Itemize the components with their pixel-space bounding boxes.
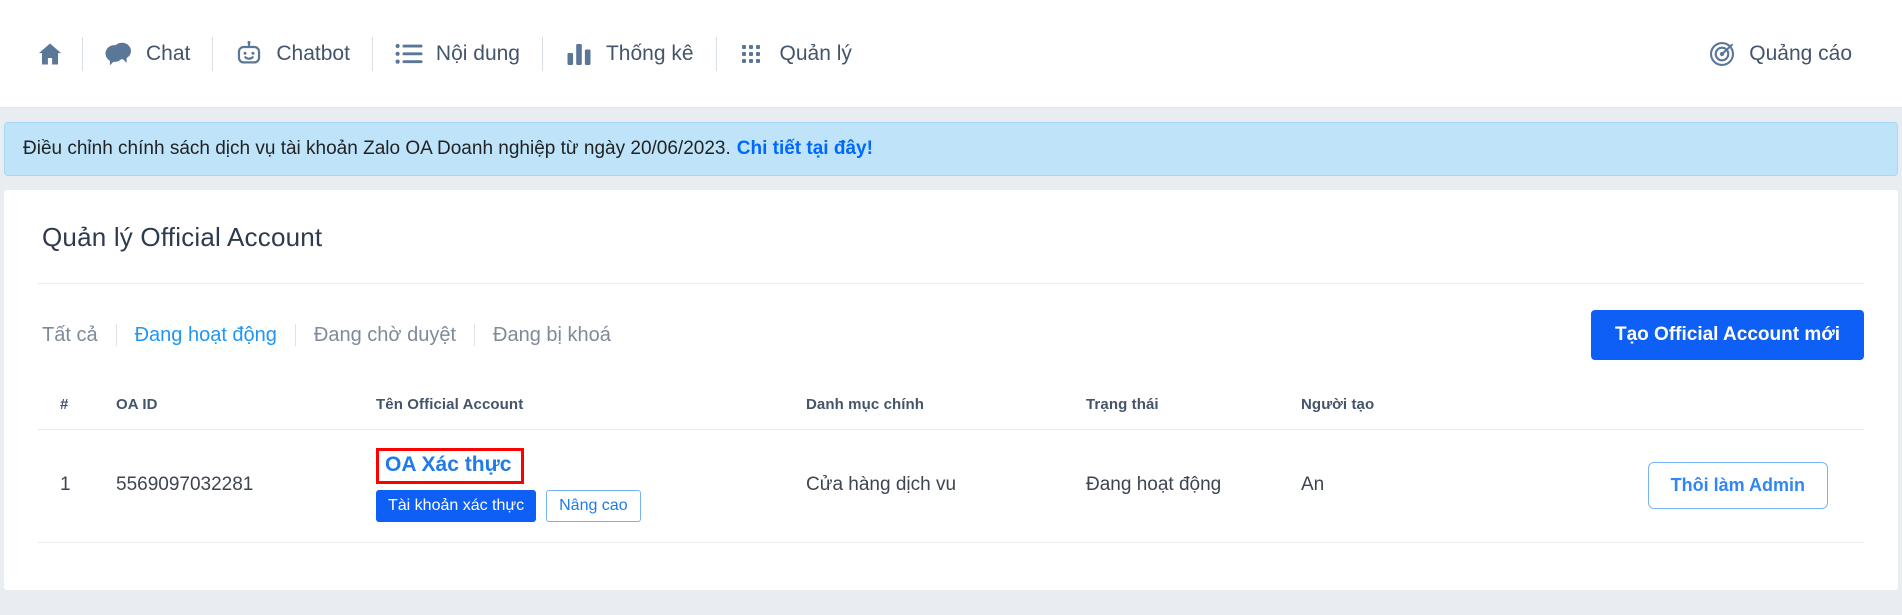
policy-notice-banner: Điều chỉnh chính sách dịch vụ tài khoản … — [4, 122, 1898, 176]
grid-apps-icon — [739, 40, 767, 68]
column-header-oa-id: OA ID — [116, 382, 376, 430]
filter-tab-group: Tất cả Đang hoạt động Đang chờ duyệt Đan… — [38, 324, 629, 347]
content-list-icon — [395, 40, 423, 68]
cell-name: OA Xác thực Tài khoản xác thực Nâng cao — [376, 429, 806, 543]
nav-item-quang-cao[interactable]: Quảng cáo — [1686, 34, 1874, 74]
nav-item-thong-ke[interactable]: Thống kê — [543, 34, 716, 74]
table-header-row: # OA ID Tên Official Account Danh mục ch… — [38, 382, 1864, 430]
create-official-account-button[interactable]: Tạo Official Account mới — [1591, 310, 1864, 360]
banner-container: Điều chỉnh chính sách dịch vụ tài khoản … — [0, 108, 1902, 176]
nav-item-label: Thống kê — [605, 41, 694, 65]
cell-status: Đang hoạt động — [1086, 429, 1301, 543]
filter-tab-dang-hoat-dong[interactable]: Đang hoạt động — [117, 324, 295, 347]
column-header-index: # — [38, 382, 116, 430]
column-header-actions — [1551, 382, 1864, 430]
cell-actions: Thôi làm Admin — [1551, 429, 1864, 543]
filter-tab-tat-ca[interactable]: Tất cả — [38, 324, 116, 347]
remove-admin-button[interactable]: Thôi làm Admin — [1647, 461, 1828, 509]
column-header-name: Tên Official Account — [376, 382, 806, 430]
cell-oa-id: 5569097032281 — [116, 429, 376, 543]
oa-management-card: Quản lý Official Account Tất cả Đang hoạ… — [4, 190, 1898, 590]
official-accounts-table: # OA ID Tên Official Account Danh mục ch… — [38, 382, 1864, 543]
table-header: # OA ID Tên Official Account Danh mục ch… — [38, 382, 1864, 430]
oa-badge-group: Tài khoản xác thực Nâng cao — [376, 490, 806, 522]
banner-text: Điều chỉnh chính sách dịch vụ tài khoản … — [23, 138, 731, 159]
table-body: 1 5569097032281 OA Xác thực Tài khoản xá… — [38, 429, 1864, 543]
verified-account-badge[interactable]: Tài khoản xác thực — [376, 490, 537, 522]
nav-item-chat[interactable]: Chat — [83, 34, 212, 74]
nav-item-label: Nội dung — [435, 41, 520, 65]
column-header-creator: Người tạo — [1301, 382, 1551, 430]
filter-toolbar: Tất cả Đang hoạt động Đang chờ duyệt Đan… — [38, 284, 1864, 382]
nav-item-label: Chatbot — [276, 41, 350, 65]
cell-category: Cửa hàng dịch vu — [806, 429, 1086, 543]
banner-detail-link[interactable]: Chi tiết tại đây! — [737, 138, 873, 160]
oa-name-highlight-box: OA Xác thực — [376, 448, 525, 484]
chat-icon — [105, 40, 133, 68]
nav-right-group: Quảng cáo — [1686, 34, 1874, 74]
bar-chart-icon — [565, 40, 593, 68]
cell-creator: An — [1301, 429, 1551, 543]
column-header-status: Trạng thái — [1086, 382, 1301, 430]
table-row: 1 5569097032281 OA Xác thực Tài khoản xá… — [38, 429, 1864, 543]
top-navigation-bar: Chat Chatbot Nội dung Thống kê Quản lý Q… — [0, 0, 1902, 108]
nav-left-group: Chat Chatbot Nội dung Thống kê Quản lý — [22, 34, 874, 74]
nav-item-chatbot[interactable]: Chatbot — [213, 34, 372, 74]
home-icon — [36, 40, 64, 68]
nav-item-label: Chat — [146, 41, 191, 65]
advanced-badge[interactable]: Nâng cao — [546, 490, 641, 522]
cell-index: 1 — [38, 429, 116, 543]
column-header-category: Danh mục chính — [806, 382, 1086, 430]
filter-tab-dang-bi-khoa[interactable]: Đang bị khoá — [475, 324, 629, 347]
target-icon — [1708, 40, 1736, 68]
nav-item-noi-dung[interactable]: Nội dung — [373, 34, 542, 74]
chatbot-icon — [235, 40, 263, 68]
nav-item-label: Quảng cáo — [1749, 41, 1852, 65]
oa-name-link[interactable]: OA Xác thực — [385, 453, 511, 476]
page-title: Quản lý Official Account — [42, 222, 323, 252]
nav-item-quan-ly[interactable]: Quản lý — [717, 34, 874, 74]
filter-tab-dang-cho-duyet[interactable]: Đang chờ duyệt — [296, 324, 474, 347]
nav-item-home[interactable] — [22, 34, 82, 74]
nav-item-label: Quản lý — [779, 41, 852, 65]
